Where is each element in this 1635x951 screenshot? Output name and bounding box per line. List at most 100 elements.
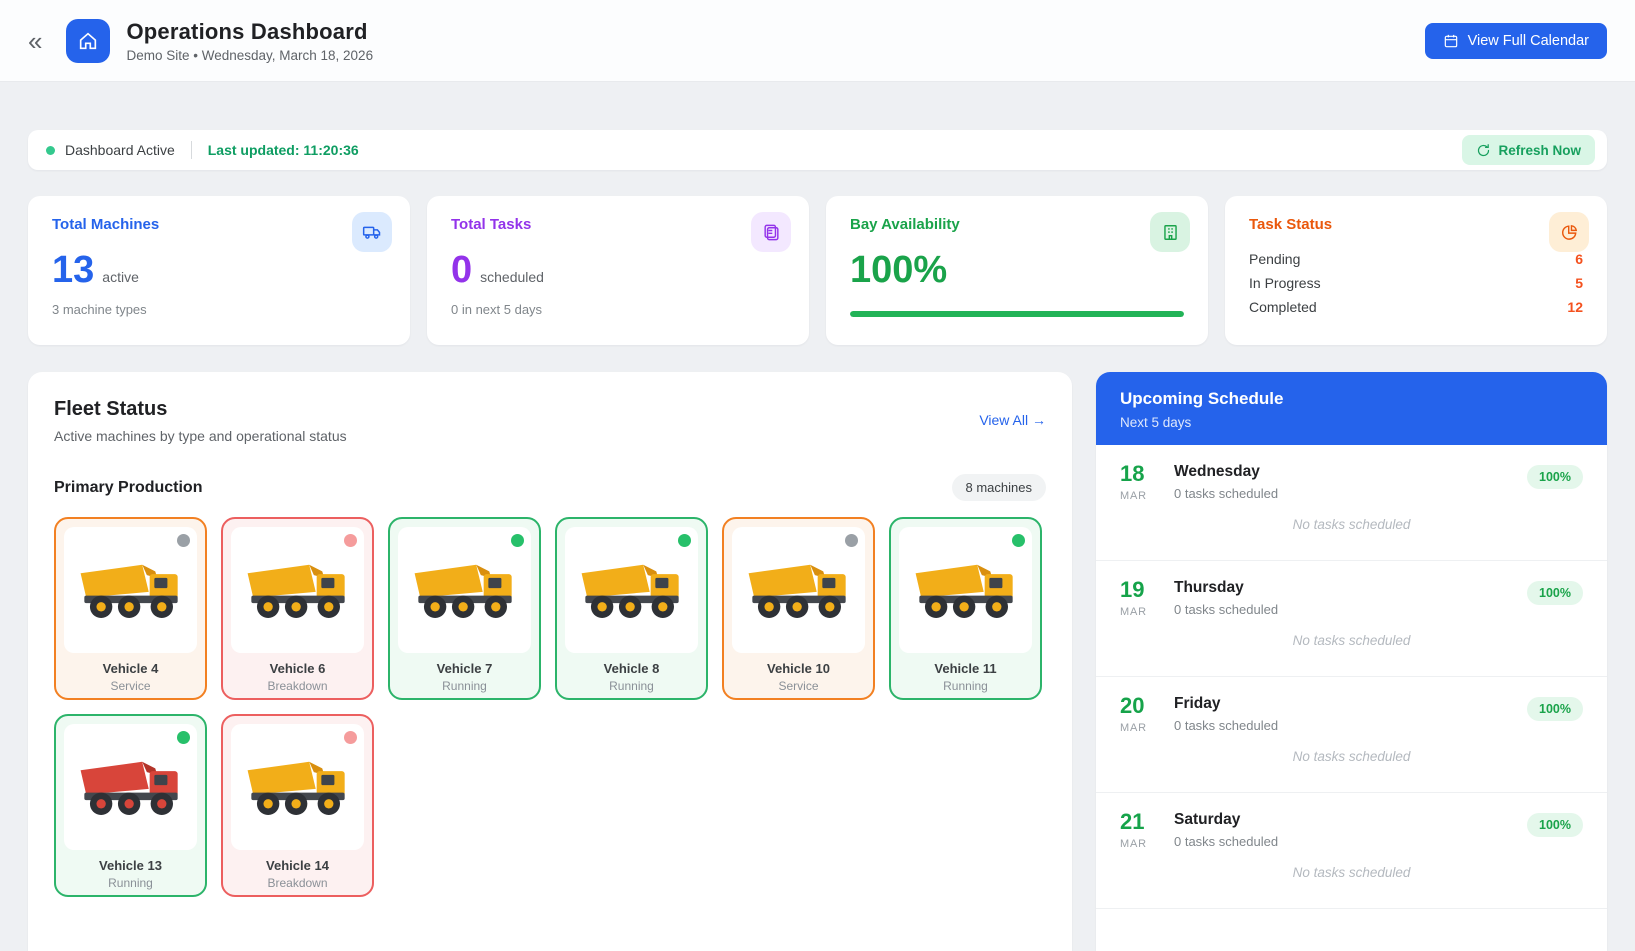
vehicle-name: Vehicle 14 bbox=[223, 858, 372, 873]
vehicle-status-dot bbox=[344, 534, 357, 547]
building-icon bbox=[1161, 223, 1180, 242]
machines-icon-chip bbox=[352, 212, 392, 252]
no-tasks-note: No tasks scheduled bbox=[1120, 749, 1583, 764]
vehicle-image bbox=[565, 527, 698, 653]
completed-value: 12 bbox=[1567, 299, 1583, 315]
schedule-header: Upcoming Schedule Next 5 days bbox=[1096, 372, 1607, 445]
page-title: Operations Dashboard bbox=[126, 19, 373, 45]
view-full-calendar-button[interactable]: View Full Calendar bbox=[1425, 23, 1607, 59]
fleet-status-card: Fleet Status Active machines by type and… bbox=[28, 372, 1072, 951]
vehicle-status: Running bbox=[390, 679, 539, 693]
vehicle-status-dot bbox=[678, 534, 691, 547]
tasks-unit: scheduled bbox=[480, 269, 544, 285]
vehicle-illustration bbox=[910, 560, 1022, 620]
fleet-status-subtitle: Active machines by type and operational … bbox=[54, 428, 347, 444]
schedule-row-saturday[interactable]: 21 MAR Saturday 0 tasks scheduled 100% N… bbox=[1096, 793, 1607, 909]
date-month: MAR bbox=[1120, 490, 1172, 502]
tasks-count: 0 bbox=[451, 251, 472, 289]
total-tasks-card: Total Tasks 0 scheduled 0 in next 5 days bbox=[427, 196, 809, 345]
sidebar-collapse-icon[interactable]: « bbox=[28, 28, 42, 54]
completed-label: Completed bbox=[1249, 299, 1317, 315]
calendar-icon bbox=[1443, 33, 1459, 49]
vehicle-status: Running bbox=[891, 679, 1040, 693]
no-tasks-note: No tasks scheduled bbox=[1120, 865, 1583, 880]
schedule-day-info: Friday 0 tasks scheduled bbox=[1174, 695, 1278, 733]
vehicle-card-4[interactable]: Vehicle 4 Service bbox=[54, 517, 207, 700]
tasks-value-row: 0 scheduled bbox=[451, 251, 785, 289]
pending-label: Pending bbox=[1249, 251, 1300, 267]
schedule-subtitle: Next 5 days bbox=[1120, 415, 1583, 430]
vehicle-name: Vehicle 13 bbox=[56, 858, 205, 873]
vehicle-status-dot bbox=[511, 534, 524, 547]
page-heading: Operations Dashboard Demo Site • Wednesd… bbox=[126, 19, 373, 63]
vehicle-card-11[interactable]: Vehicle 11 Running bbox=[889, 517, 1042, 700]
vehicle-status-dot bbox=[177, 534, 190, 547]
vehicle-image bbox=[231, 724, 364, 850]
schedule-row-friday[interactable]: 20 MAR Friday 0 tasks scheduled 100% No … bbox=[1096, 677, 1607, 793]
fleet-heading: Fleet Status Active machines by type and… bbox=[54, 398, 347, 444]
vehicle-card-7[interactable]: Vehicle 7 Running bbox=[388, 517, 541, 700]
availability-badge: 100% bbox=[1527, 697, 1583, 721]
task-status-card: Task Status Pending 6 In Progress 5 Comp… bbox=[1225, 196, 1607, 345]
schedule-row-wednesday[interactable]: 18 MAR Wednesday 0 tasks scheduled 100% … bbox=[1096, 445, 1607, 561]
vehicle-illustration bbox=[743, 560, 855, 620]
no-tasks-note: No tasks scheduled bbox=[1120, 633, 1583, 648]
vehicle-status-dot bbox=[845, 534, 858, 547]
vehicle-image bbox=[64, 724, 197, 850]
tasks-icon-chip bbox=[751, 212, 791, 252]
day-name: Wednesday bbox=[1174, 463, 1278, 481]
vehicle-illustration bbox=[242, 560, 354, 620]
total-tasks-label: Total Tasks bbox=[451, 216, 785, 233]
total-machines-card: Total Machines 13 active 3 machine types bbox=[28, 196, 410, 345]
tasks-scheduled-text: 0 tasks scheduled bbox=[1174, 718, 1278, 733]
machines-count: 13 bbox=[52, 251, 94, 289]
schedule-date: 21 MAR bbox=[1120, 811, 1172, 850]
tasks-scheduled-text: 0 tasks scheduled bbox=[1174, 834, 1278, 849]
schedule-day-info: Wednesday 0 tasks scheduled bbox=[1174, 463, 1278, 501]
task-status-row-inprogress: In Progress 5 bbox=[1249, 271, 1583, 295]
clipboard-icon bbox=[762, 223, 781, 242]
vehicle-status-dot bbox=[1012, 534, 1025, 547]
availability-badge: 100% bbox=[1527, 465, 1583, 489]
schedule-row-thursday[interactable]: 19 MAR Thursday 0 tasks scheduled 100% N… bbox=[1096, 561, 1607, 677]
stats-row: Total Machines 13 active 3 machine types… bbox=[28, 196, 1607, 345]
refresh-icon bbox=[1476, 143, 1491, 158]
refresh-now-label: Refresh Now bbox=[1498, 143, 1581, 158]
vehicle-card-13[interactable]: Vehicle 13 Running bbox=[54, 714, 207, 897]
schedule-day-info: Saturday 0 tasks scheduled bbox=[1174, 811, 1278, 849]
date-number: 20 bbox=[1120, 695, 1172, 717]
date-number: 18 bbox=[1120, 463, 1172, 485]
schedule-date: 20 MAR bbox=[1120, 695, 1172, 734]
top-header: « Operations Dashboard Demo Site • Wedne… bbox=[0, 0, 1635, 82]
bays-icon-chip bbox=[1150, 212, 1190, 252]
vehicle-card-6[interactable]: Vehicle 6 Breakdown bbox=[221, 517, 374, 700]
task-status-row-pending: Pending 6 bbox=[1249, 247, 1583, 271]
tasks-scheduled-text: 0 tasks scheduled bbox=[1174, 486, 1278, 501]
date-month: MAR bbox=[1120, 838, 1172, 850]
vehicle-card-8[interactable]: Vehicle 8 Running bbox=[555, 517, 708, 700]
schedule-date: 19 MAR bbox=[1120, 579, 1172, 618]
day-name: Thursday bbox=[1174, 579, 1278, 597]
vehicle-status: Running bbox=[557, 679, 706, 693]
view-all-link[interactable]: View All → bbox=[979, 412, 1046, 428]
vehicle-image bbox=[899, 527, 1032, 653]
view-full-calendar-label: View Full Calendar bbox=[1468, 33, 1589, 49]
day-name: Saturday bbox=[1174, 811, 1278, 829]
day-name: Friday bbox=[1174, 695, 1278, 713]
vehicle-card-14[interactable]: Vehicle 14 Breakdown bbox=[221, 714, 374, 897]
refresh-now-button[interactable]: Refresh Now bbox=[1462, 135, 1595, 165]
vehicle-image bbox=[732, 527, 865, 653]
vehicle-name: Vehicle 6 bbox=[223, 661, 372, 676]
vehicle-card-10[interactable]: Vehicle 10 Service bbox=[722, 517, 875, 700]
date-month: MAR bbox=[1120, 722, 1172, 734]
bay-progress-fill bbox=[850, 311, 1184, 317]
vehicle-illustration bbox=[242, 757, 354, 817]
truck-icon bbox=[362, 222, 382, 242]
bays-percent: 100% bbox=[850, 251, 947, 289]
house-glyph bbox=[77, 30, 99, 52]
task-status-row-completed: Completed 12 bbox=[1249, 295, 1583, 319]
home-icon[interactable] bbox=[66, 19, 110, 63]
availability-badge: 100% bbox=[1527, 813, 1583, 837]
tasks-subtext: 0 in next 5 days bbox=[451, 302, 785, 317]
total-machines-label: Total Machines bbox=[52, 216, 386, 233]
